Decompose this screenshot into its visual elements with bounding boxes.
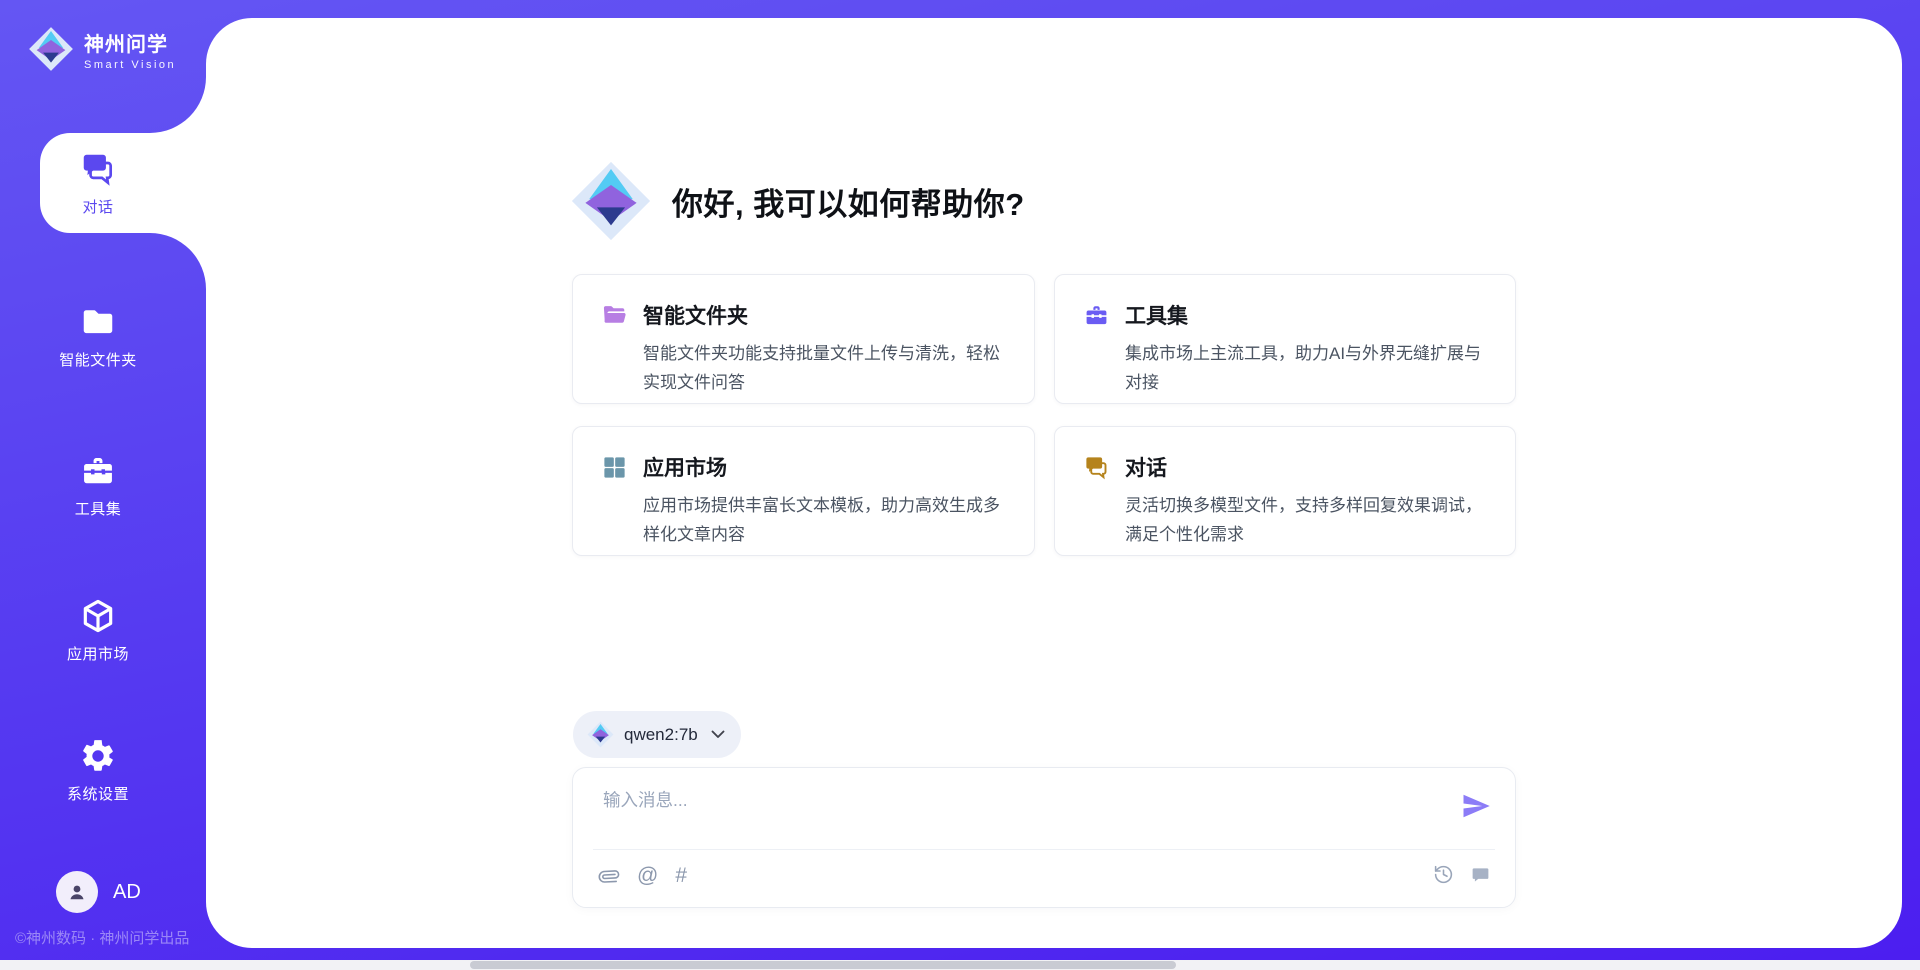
gem-diamond-icon [570, 160, 652, 242]
card-app-market[interactable]: 应用市场 应用市场提供丰富长文本模板，助力高效生成多样化文章内容 [572, 426, 1035, 556]
quick-phrase-icon[interactable] [1470, 864, 1491, 885]
sidebar-item-label: 对话 [82, 196, 113, 217]
chat-icon [79, 150, 117, 188]
toolbox-icon [79, 452, 117, 490]
chat-icon [1083, 454, 1110, 481]
gem-diamond-icon [28, 26, 74, 72]
toolbox-icon [1083, 302, 1110, 329]
history-icon[interactable] [1433, 864, 1454, 885]
greeting-title: 你好, 我可以如何帮助你? [672, 179, 1025, 224]
card-description: 智能文件夹功能支持批量文件上传与清洗，轻松实现文件问答 [643, 339, 1006, 397]
composer-toolbar-right [1433, 864, 1491, 885]
avatar [56, 871, 98, 913]
card-toolset[interactable]: 工具集 集成市场上主流工具，助力AI与外界无缝扩展与对接 [1054, 274, 1516, 404]
card-smart-folder[interactable]: 智能文件夹 智能文件夹功能支持批量文件上传与清洗，轻松实现文件问答 [572, 274, 1035, 404]
card-title: 应用市场 [643, 452, 727, 482]
feature-cards: 智能文件夹 智能文件夹功能支持批量文件上传与清洗，轻松实现文件问答 工具集 集成… [572, 274, 1516, 556]
greeting-block: 你好, 我可以如何帮助你? [570, 160, 1025, 242]
sidebar-item-settings[interactable]: 系统设置 [33, 737, 163, 804]
apps-grid-icon [601, 454, 628, 481]
brand-tagline: Smart Vision [84, 59, 176, 71]
sidebar-item-app-market[interactable]: 应用市场 [33, 597, 163, 664]
horizontal-scrollbar [0, 960, 1920, 970]
sidebar-item-label: 系统设置 [67, 783, 129, 804]
cube-icon [79, 597, 117, 635]
card-description: 集成市场上主流工具，助力AI与外界无缝扩展与对接 [1125, 339, 1487, 397]
message-composer: @ # [572, 767, 1516, 908]
gear-icon [79, 737, 117, 775]
model-selector[interactable]: qwen2:7b [573, 711, 741, 758]
sidebar: 神州问学 Smart Vision 对话 智能文件夹 工具集 应用市场 [0, 0, 206, 960]
sidebar-item-label: 智能文件夹 [59, 349, 137, 370]
gem-diamond-icon [587, 721, 614, 748]
card-title: 智能文件夹 [643, 300, 748, 330]
app-window: 神州问学 Smart Vision 对话 智能文件夹 工具集 应用市场 [0, 0, 1920, 970]
sidebar-item-chat[interactable]: 对话 [33, 150, 163, 217]
chevron-down-icon [711, 730, 725, 739]
sidebar-item-label: 工具集 [75, 498, 122, 519]
folder-icon [79, 303, 117, 341]
scrollbar-thumb[interactable] [470, 961, 1176, 969]
mention-icon[interactable]: @ [637, 863, 658, 889]
copyright-footer: ©神州数码 · 神州问学出品 [15, 927, 189, 948]
brand-logo: 神州问学 Smart Vision [28, 26, 176, 72]
card-title: 工具集 [1125, 300, 1188, 330]
brand-name: 神州问学 [84, 28, 176, 57]
sidebar-item-label: 应用市场 [67, 643, 129, 664]
card-description: 应用市场提供丰富长文本模板，助力高效生成多样化文章内容 [643, 491, 1006, 549]
user-chip[interactable]: AD [56, 871, 141, 913]
message-input[interactable] [601, 789, 1411, 812]
card-description: 灵活切换多模型文件，支持多样回复效果调试，满足个性化需求 [1125, 491, 1487, 549]
folder-open-icon [601, 302, 628, 329]
send-icon[interactable] [1461, 791, 1491, 821]
attach-icon[interactable] [595, 861, 625, 891]
person-icon [65, 880, 89, 904]
composer-divider [593, 849, 1495, 850]
card-chat[interactable]: 对话 灵活切换多模型文件，支持多样回复效果调试，满足个性化需求 [1054, 426, 1516, 556]
card-title: 对话 [1125, 452, 1167, 482]
sidebar-item-smart-folder[interactable]: 智能文件夹 [33, 303, 163, 370]
model-name: qwen2:7b [624, 725, 698, 745]
user-name: AD [113, 881, 141, 904]
composer-toolbar-left: @ # [599, 863, 687, 889]
sidebar-item-toolset[interactable]: 工具集 [33, 452, 163, 519]
hash-icon[interactable]: # [675, 863, 687, 889]
